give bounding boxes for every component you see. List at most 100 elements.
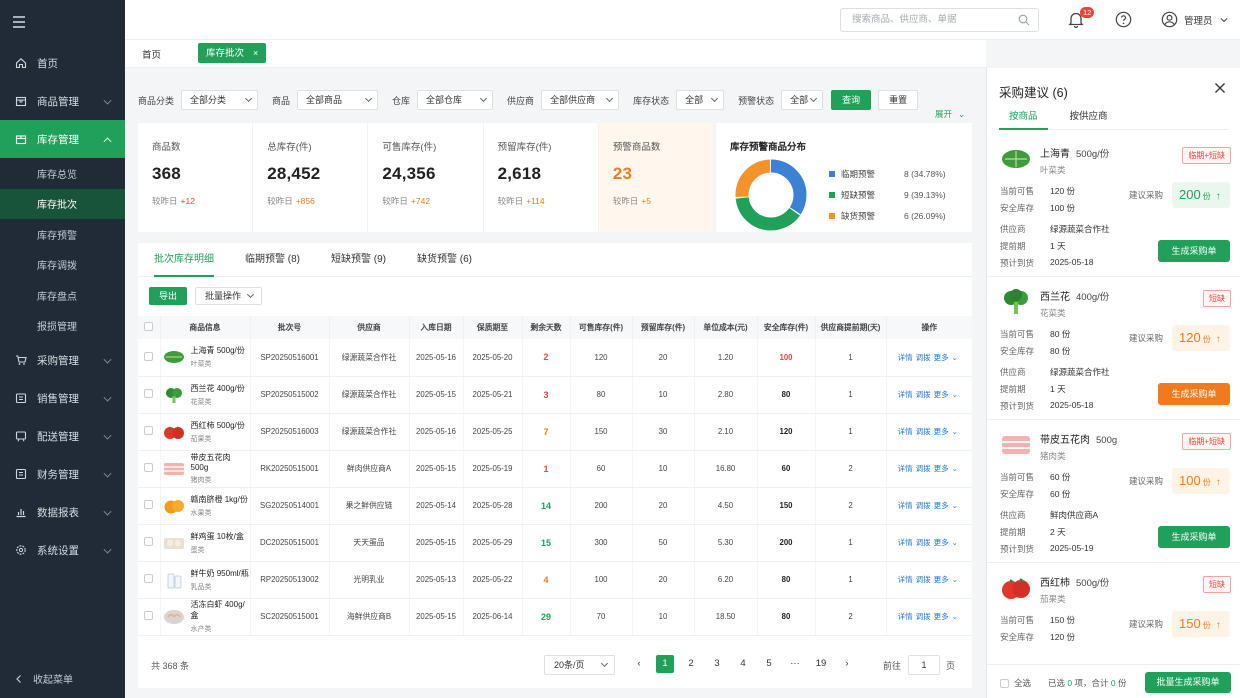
transfer-link[interactable]: 调拨 — [916, 464, 931, 473]
table-row[interactable]: 上海青 500g/份 叶菜类 SP20250516001 绿源蔬菜合作社 2025… — [138, 339, 972, 377]
page-number[interactable]: 19 — [812, 655, 830, 673]
chevron-down-icon[interactable]: ⌄ — [952, 464, 958, 473]
detail-link[interactable]: 详情 — [898, 427, 913, 436]
sidebar-item-settings[interactable]: 系统设置 — [0, 531, 125, 569]
transfer-link[interactable]: 调拨 — [916, 501, 931, 510]
suggest-qty-input[interactable]: 120 份 ↑ — [1172, 325, 1230, 351]
chevron-down-icon[interactable]: ⌄ — [952, 538, 958, 547]
chevron-down-icon[interactable]: ⌄ — [952, 575, 958, 584]
select-all-checkbox[interactable]: 全选 — [1000, 677, 1031, 689]
suggest-qty-input[interactable]: 150 份 ↑ — [1172, 611, 1230, 637]
row-checkbox[interactable] — [138, 413, 161, 451]
more-link[interactable]: 更多 — [934, 390, 949, 399]
prev-page-button[interactable]: ‹ — [630, 655, 648, 673]
detail-link[interactable]: 详情 — [898, 464, 913, 473]
tab-expiry-warning[interactable]: 临期预警 (8) — [245, 243, 300, 276]
tab-batch-detail[interactable]: 批次库存明细 — [154, 243, 214, 277]
detail-link[interactable]: 详情 — [898, 501, 913, 510]
page-size-select[interactable]: 20条/页 — [544, 655, 615, 675]
tab-inventory-batch[interactable]: 库存批次 × — [198, 43, 267, 63]
row-checkbox[interactable] — [138, 598, 161, 636]
warning-status-select[interactable]: 全部 — [781, 90, 824, 110]
search-icon[interactable] — [1018, 14, 1030, 26]
generate-po-button[interactable]: 生成采购单 — [1158, 383, 1230, 405]
suggest-qty-input[interactable]: 100 份 ↑ — [1172, 468, 1230, 494]
transfer-link[interactable]: 调拨 — [916, 612, 931, 621]
row-checkbox[interactable] — [138, 450, 161, 488]
detail-link[interactable]: 详情 — [898, 538, 913, 547]
tab-shortage-warning[interactable]: 短缺预警 (9) — [331, 243, 386, 276]
select-all-checkbox[interactable] — [138, 316, 161, 339]
sidebar-sub-stocktake[interactable]: 库存盘点 — [0, 280, 125, 311]
transfer-link[interactable]: 调拨 — [916, 538, 931, 547]
table-row[interactable]: 鲜鸡蛋 10枚/盒 蛋类 DC20250515001 天天蛋品 2025-05-1… — [138, 524, 972, 562]
tab-home[interactable]: 首页 — [142, 47, 161, 61]
chevron-down-icon[interactable]: ⌄ — [952, 501, 958, 510]
export-button[interactable]: 导出 — [149, 287, 188, 305]
stock-status-select[interactable]: 全部 — [676, 90, 725, 110]
page-number[interactable]: 4 — [734, 655, 752, 673]
table-row[interactable]: 赣南脐橙 1kg/份 水果类 SG20250514001 果之鲜供应链 2025-… — [138, 487, 972, 525]
batch-ops-dropdown[interactable]: 批量操作 — [195, 287, 263, 305]
sidebar-sub-overview[interactable]: 库存总览 — [0, 158, 125, 189]
table-row[interactable]: 活冻白虾 400g/盒 水产类 SC20250515001 海鲜供应商B 2025… — [138, 598, 972, 636]
more-link[interactable]: 更多 — [934, 501, 949, 510]
table-row[interactable]: 西红柿 500g/份 茄果类 SP20250516003 绿源蔬菜合作社 2025… — [138, 413, 972, 451]
chevron-down-icon[interactable]: ⌄ — [952, 390, 958, 399]
detail-link[interactable]: 详情 — [898, 612, 913, 621]
sidebar-sub-warning[interactable]: 库存预警 — [0, 219, 125, 250]
sidebar-item-finance[interactable]: 财务管理 — [0, 455, 125, 493]
sidebar-item-purchase[interactable]: 采购管理 — [0, 341, 125, 379]
more-link[interactable]: 更多 — [934, 353, 949, 362]
sidebar-item-delivery[interactable]: 配送管理 — [0, 417, 125, 455]
row-checkbox[interactable] — [138, 376, 161, 414]
help-icon[interactable] — [1115, 11, 1132, 28]
transfer-link[interactable]: 调拨 — [916, 427, 931, 436]
more-link[interactable]: 更多 — [934, 575, 949, 584]
sidebar-item-products[interactable]: 商品管理 — [0, 82, 125, 120]
tab-by-supplier[interactable]: 按供应商 — [1060, 108, 1118, 129]
category-select[interactable]: 全部分类 — [181, 90, 259, 110]
collapse-menu-button[interactable]: 收起菜单 — [14, 671, 73, 686]
sidebar-item-reports[interactable]: 数据报表 — [0, 493, 125, 531]
sidebar-sub-loss[interactable]: 报损管理 — [0, 311, 125, 342]
reset-button[interactable]: 重置 — [878, 90, 919, 110]
expand-filters-button[interactable]: 展开 ⌄ — [935, 108, 965, 120]
supplier-select[interactable]: 全部供应商 — [541, 90, 620, 110]
more-link[interactable]: 更多 — [934, 427, 949, 436]
batch-generate-po-button[interactable]: 批量生成采购单 — [1145, 672, 1231, 693]
suggest-qty-input[interactable]: 200 份 ↑ — [1172, 182, 1230, 208]
close-icon[interactable]: × — [253, 48, 258, 58]
warehouse-select[interactable]: 全部仓库 — [417, 90, 494, 110]
sidebar-sub-batch[interactable]: 库存批次 — [0, 188, 125, 219]
tab-outofstock-warning[interactable]: 缺货预警 (6) — [417, 243, 472, 276]
row-checkbox[interactable] — [138, 487, 161, 525]
transfer-link[interactable]: 调拨 — [916, 390, 931, 399]
sidebar-sub-transfer[interactable]: 库存调拨 — [0, 250, 125, 281]
row-checkbox[interactable] — [138, 561, 161, 599]
transfer-link[interactable]: 调拨 — [916, 353, 931, 362]
table-row[interactable]: 鲜牛奶 950ml/瓶 乳品类 RP20250513002 光明乳业 2025-0… — [138, 561, 972, 599]
sidebar-item-sales[interactable]: 销售管理 — [0, 379, 125, 417]
close-icon[interactable] — [1214, 82, 1226, 94]
product-select[interactable]: 全部商品 — [297, 90, 379, 110]
more-link[interactable]: 更多 — [934, 464, 949, 473]
table-row[interactable]: 西兰花 400g/份 花菜类 SP20250515002 绿源蔬菜合作社 2025… — [138, 376, 972, 414]
detail-link[interactable]: 详情 — [898, 575, 913, 584]
page-number[interactable]: 5 — [760, 655, 778, 673]
chevron-down-icon[interactable]: ⌄ — [952, 427, 958, 436]
sidebar-item-inventory[interactable]: 库存管理 — [0, 120, 125, 158]
transfer-link[interactable]: 调拨 — [916, 575, 931, 584]
more-link[interactable]: 更多 — [934, 538, 949, 547]
page-number[interactable]: 1 — [656, 655, 674, 673]
goto-page-input[interactable]: 1 — [908, 655, 940, 675]
row-checkbox[interactable] — [138, 524, 161, 562]
next-page-button[interactable]: › — [838, 655, 856, 673]
generate-po-button[interactable]: 生成采购单 — [1158, 240, 1230, 262]
detail-link[interactable]: 详情 — [898, 353, 913, 362]
row-checkbox[interactable] — [138, 339, 161, 377]
tab-by-product[interactable]: 按商品 — [999, 108, 1048, 130]
detail-link[interactable]: 详情 — [898, 390, 913, 399]
table-row[interactable]: 带皮五花肉 500g 猪肉类 RK20250515001 鲜肉供应商A 2025-… — [138, 450, 972, 488]
query-button[interactable]: 查询 — [831, 90, 872, 110]
